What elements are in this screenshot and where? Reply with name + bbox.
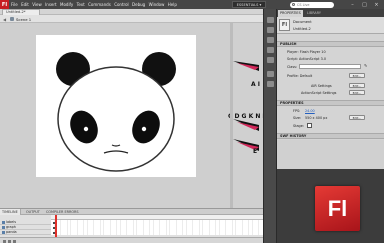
flash-product-logo: Fl xyxy=(315,186,360,231)
search-icon xyxy=(292,3,295,6)
menu-edit[interactable]: Edit xyxy=(21,2,29,7)
document-type: Document xyxy=(293,20,312,24)
properties-panel: PROPERTIES LIBRARY Fl Document Untitled-… xyxy=(277,9,384,169)
swf-history-body xyxy=(277,140,384,169)
scene-label[interactable]: Scene 1 xyxy=(16,17,31,22)
layer-icon xyxy=(1,221,5,224)
document-icon: Fl xyxy=(279,19,290,31)
menu-view[interactable]: View xyxy=(32,2,42,7)
fps-value[interactable]: 24.00 xyxy=(305,109,315,113)
stage[interactable] xyxy=(36,35,196,177)
maximize-button[interactable]: □ xyxy=(361,2,368,8)
edit-bar: ◀ Scene 1 xyxy=(0,15,263,23)
motion-presets-icon[interactable] xyxy=(267,81,274,87)
delete-layer-icon[interactable] xyxy=(13,239,16,243)
side-label-middle: C D G K N R xyxy=(228,113,268,120)
timeline-panel: TIMELINE OUTPUT COMPILER ERRORS labels g… xyxy=(0,208,263,243)
air-settings-label: AIR Settings xyxy=(311,84,332,88)
document-pane: Untitled-2* ◀ Scene 1 A I C D G K N R E xyxy=(0,9,267,234)
info-panel-icon[interactable] xyxy=(267,47,274,53)
layer-name[interactable]: panda xyxy=(6,230,17,235)
layer-frames[interactable] xyxy=(51,230,263,235)
layer-icon xyxy=(1,231,5,234)
stage-color-swatch[interactable] xyxy=(307,123,312,128)
class-label: Class: xyxy=(287,65,298,69)
fps-label: FPS: xyxy=(293,109,301,113)
edit-class-icon[interactable]: ✎ xyxy=(364,64,368,68)
flash-product-logo-text: Fl xyxy=(327,196,348,221)
timeline-controls xyxy=(0,237,263,243)
menu-debug[interactable]: Debug xyxy=(132,2,145,7)
menu-modify[interactable]: Modify xyxy=(60,2,73,7)
script-info: Script: ActionScript 3.0 xyxy=(287,57,326,61)
tab-output[interactable]: OUTPUT xyxy=(24,209,42,215)
search-placeholder: CS Live xyxy=(297,2,310,7)
menu-window[interactable]: Window xyxy=(149,2,165,7)
panda-left-eye xyxy=(83,126,89,132)
document-header: Fl Document Untitled-2 xyxy=(277,17,384,34)
profile-info: Profile: Default xyxy=(287,74,313,78)
side-label-top: A I xyxy=(251,81,260,88)
back-arrow-icon[interactable]: ◀ xyxy=(3,17,8,22)
tab-timeline[interactable]: TIMELINE xyxy=(0,209,21,215)
stage-color-label: Stage: xyxy=(293,124,304,128)
pasteboard xyxy=(0,23,230,220)
new-layer-icon[interactable] xyxy=(3,239,6,243)
class-field[interactable] xyxy=(299,64,361,69)
size-label: Size: xyxy=(293,116,302,120)
actionscript-settings-label: ActionScript Settings xyxy=(301,91,337,95)
menu-commands[interactable]: Commands xyxy=(88,2,111,7)
playhead[interactable] xyxy=(55,215,57,237)
actionscript-edit-button[interactable]: Edit... xyxy=(349,90,365,95)
workspace-switcher[interactable]: ESSENTIALS ▾ xyxy=(232,1,266,8)
collapsed-panel-dock xyxy=(263,9,277,243)
player-info: Player: Flash Player 10 xyxy=(287,50,326,54)
flash-logo-icon: Fl xyxy=(0,0,9,9)
panda-right-eye xyxy=(141,126,147,132)
vertical-scrollbar[interactable] xyxy=(230,23,233,219)
stage-side-strip: A I C D G K N R E xyxy=(228,23,267,213)
profile-edit-button[interactable]: Edit... xyxy=(349,73,365,78)
search-input[interactable]: CS Live xyxy=(290,1,334,8)
new-folder-icon[interactable] xyxy=(8,239,11,243)
close-button[interactable]: × xyxy=(373,2,380,8)
swatches-panel-icon[interactable] xyxy=(267,27,274,33)
document-name: Untitled-2 xyxy=(293,27,311,31)
swf-history-section-header[interactable]: SWF HISTORY xyxy=(277,133,384,139)
flash-app-window: Fl File Edit View Insert Modify Text Com… xyxy=(0,0,384,243)
side-label-bottom: E xyxy=(253,148,258,155)
components-panel-icon[interactable] xyxy=(267,71,274,77)
transform-panel-icon[interactable] xyxy=(267,57,274,63)
publish-section-header[interactable]: PUBLISH xyxy=(277,41,384,47)
layer-icon xyxy=(1,226,5,229)
panel-tab-row: PROPERTIES LIBRARY xyxy=(277,9,384,17)
size-edit-button[interactable]: Edit... xyxy=(349,115,365,120)
tab-properties[interactable]: PROPERTIES xyxy=(278,10,303,17)
menu-text[interactable]: Text xyxy=(77,2,85,7)
menu-file[interactable]: File xyxy=(11,2,18,7)
color-panel-icon[interactable] xyxy=(267,17,274,23)
size-value: 550 x 400 px xyxy=(305,116,328,120)
layer-row[interactable]: panda xyxy=(0,230,263,235)
menu-control[interactable]: Control xyxy=(114,2,128,7)
properties-section-header[interactable]: PROPERTIES xyxy=(277,100,384,106)
tab-library[interactable]: LIBRARY xyxy=(305,10,323,17)
panda-illustration xyxy=(56,52,176,172)
scene-icon xyxy=(10,17,14,21)
air-edit-button[interactable]: Edit... xyxy=(349,83,365,88)
menu-insert[interactable]: Insert xyxy=(45,2,56,7)
menu-help[interactable]: Help xyxy=(168,2,177,7)
align-panel-icon[interactable] xyxy=(267,37,274,43)
minimize-button[interactable]: – xyxy=(349,2,356,8)
